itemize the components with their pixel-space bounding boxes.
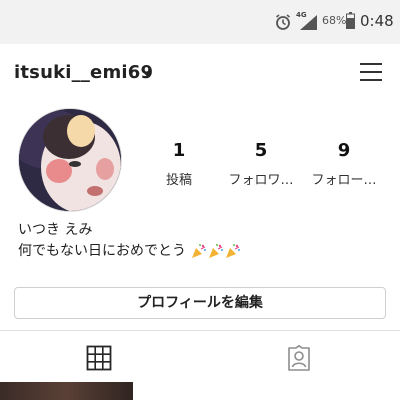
party-popper-icon [209,244,224,258]
stat-following[interactable]: 9 フォロー… [299,140,389,188]
party-popper-icon [226,244,241,258]
stat-posts-count: 1 [172,140,186,161]
stat-followers-label: フォロワ… [228,173,294,188]
post-thumbnail[interactable] [0,382,133,400]
stat-followers-count: 5 [254,140,268,161]
stat-posts-label: 投稿 [165,173,192,188]
tab-tagged[interactable] [200,331,400,383]
avatar[interactable] [18,108,122,212]
edit-profile-button[interactable]: プロフィールを編集 [14,287,386,319]
profile-bio-text: 何でもない日におめでとう [18,243,186,259]
profile-header: itsuki__emi69 [0,44,400,100]
chevron-down-icon[interactable] [141,68,153,78]
profile-name: いつき えみ [18,222,93,238]
post-grid [0,382,400,400]
tab-grid[interactable] [0,331,200,383]
stat-followers[interactable]: 5 フォロワ… [216,140,306,188]
tagged-person-icon [288,345,310,371]
hamburger-menu-icon[interactable] [358,60,384,84]
battery-percent: 68% [322,14,347,27]
profile-tab-bar [0,330,400,382]
stat-following-count: 9 [337,140,351,161]
alarm-icon [276,14,290,30]
profile-bio: 何でもない日におめでとう [18,240,241,260]
status-bar: 4G 68% 0:48 [0,0,400,44]
stat-posts[interactable]: 1 投稿 [134,140,224,188]
grid-icon [86,345,112,371]
stat-following-label: フォロー… [311,173,377,188]
username-switcher[interactable]: itsuki__emi69 [14,62,153,83]
signal-icon [300,15,317,30]
party-popper-icon [192,244,207,258]
battery-icon [346,12,355,29]
clock-time: 0:48 [360,12,394,30]
